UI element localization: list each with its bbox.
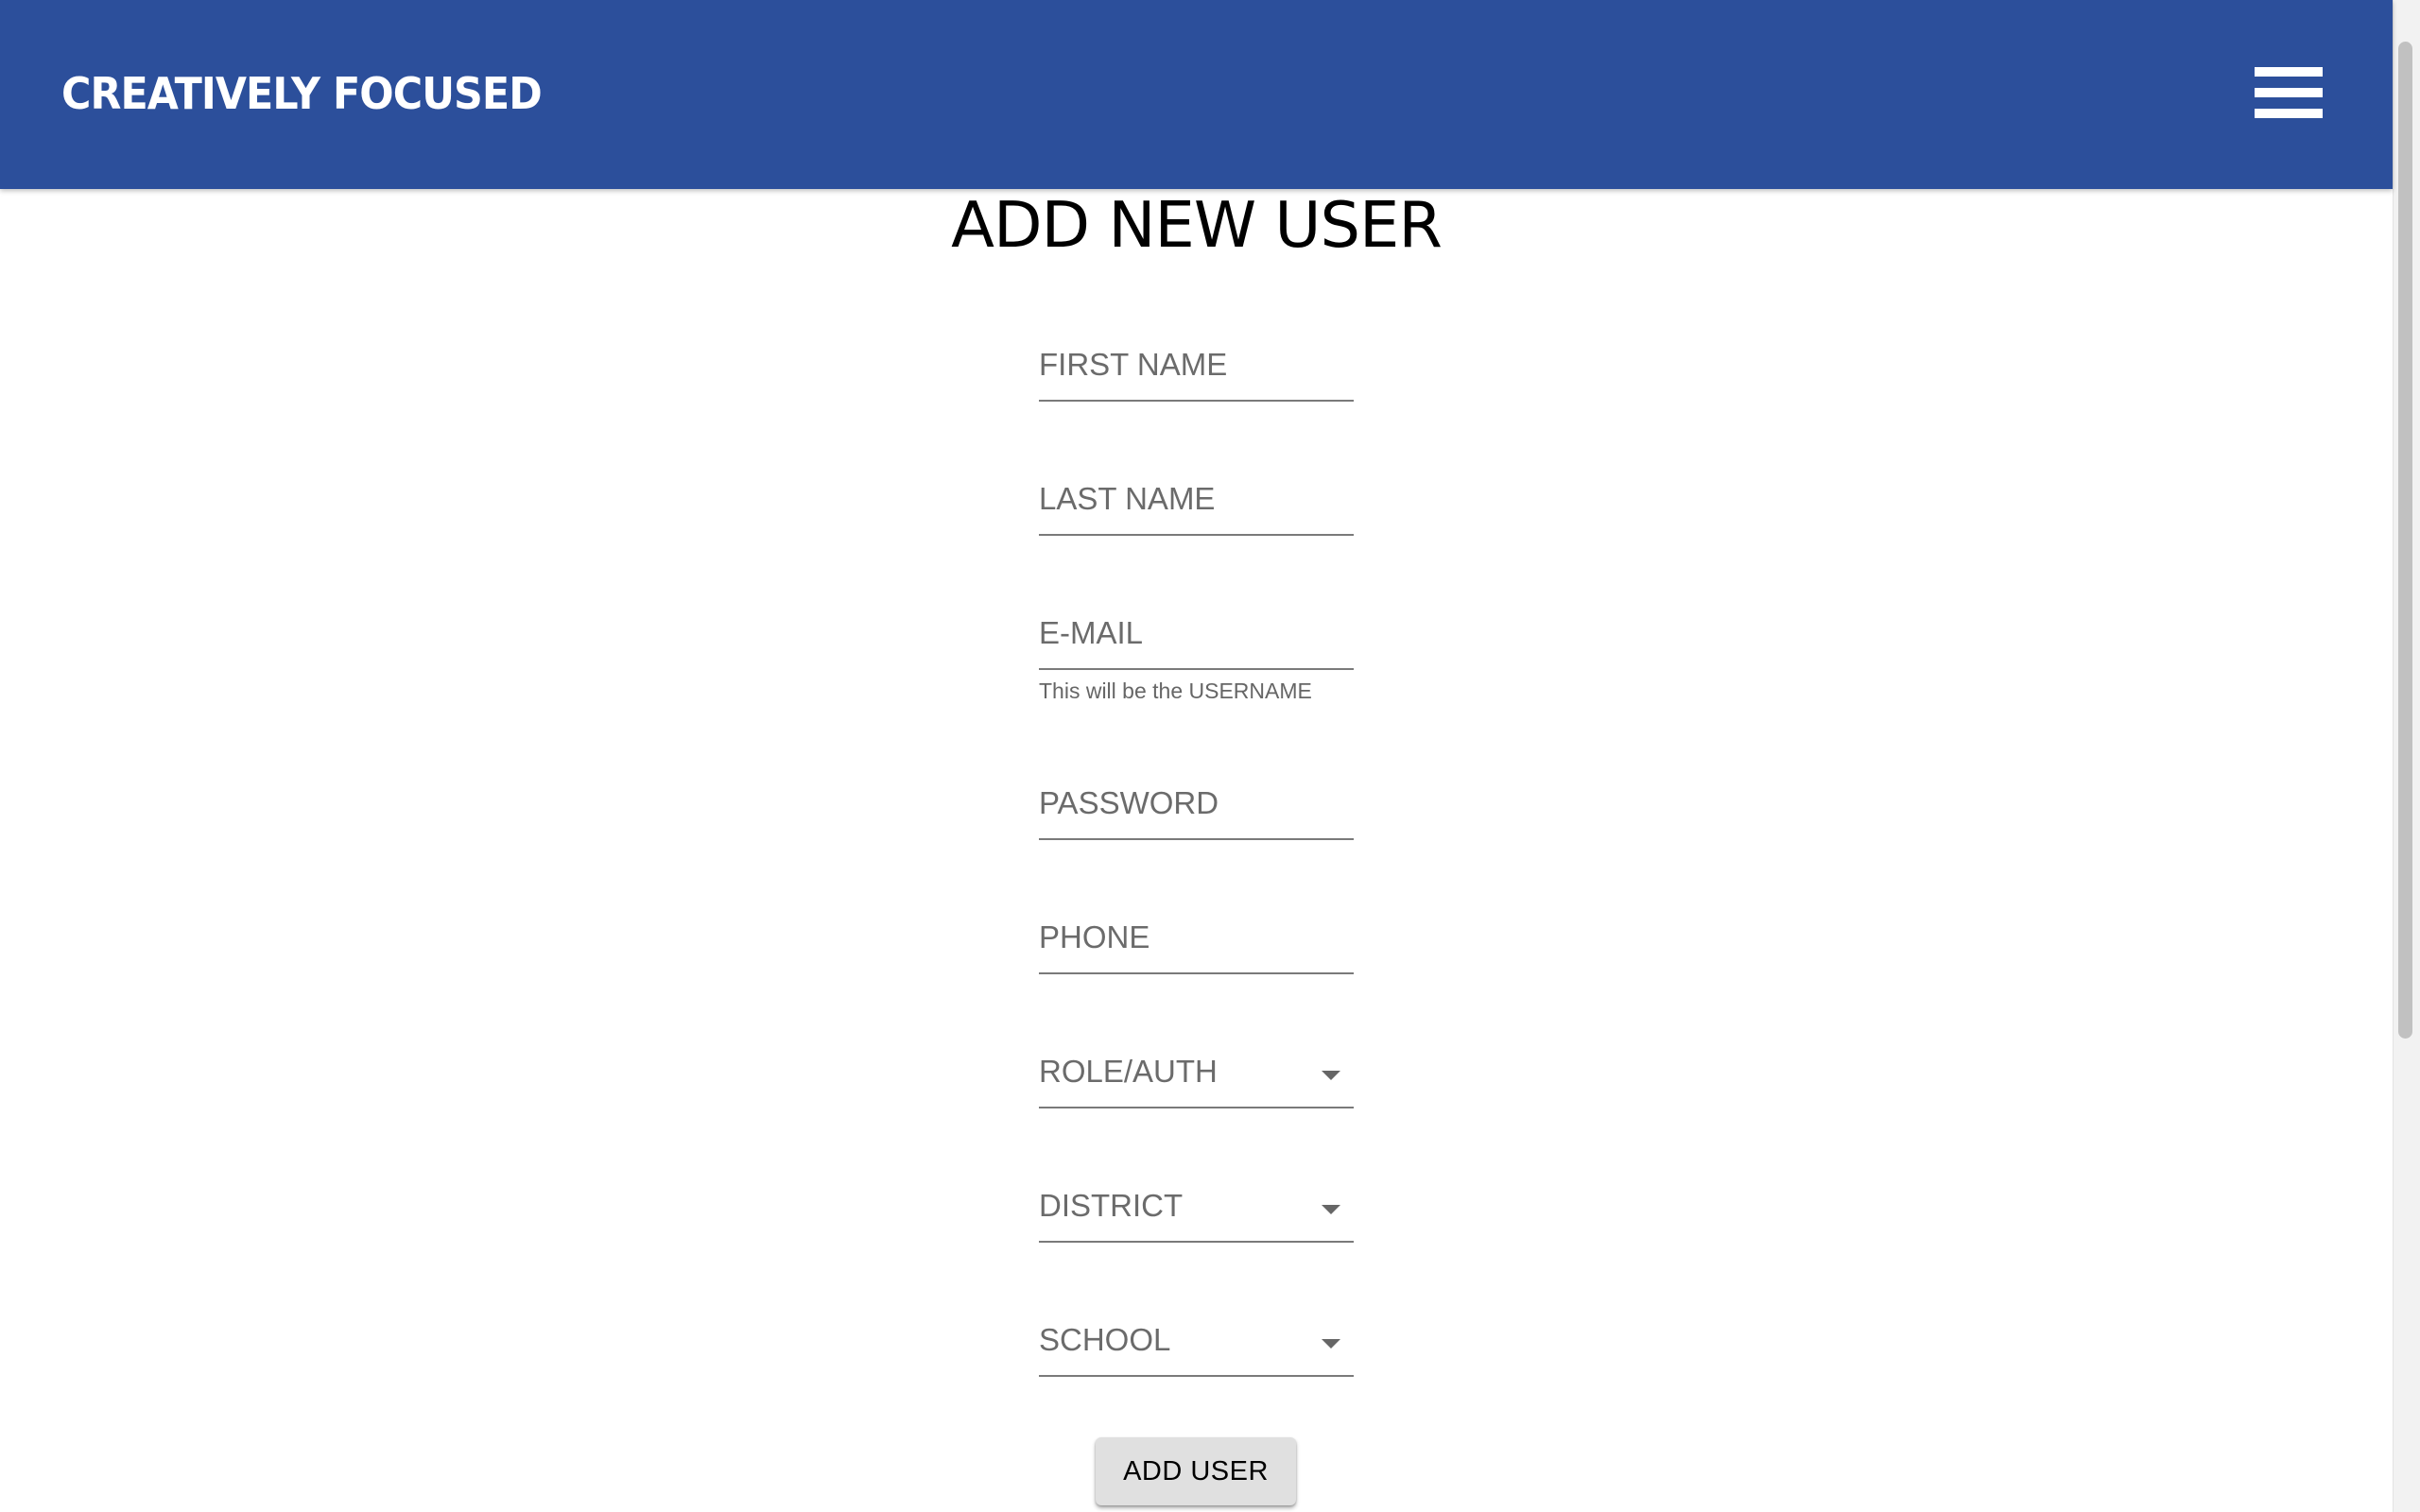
viewport: CREATIVELY FOCUSED ADD NEW USER This wil…: [0, 0, 2420, 1512]
last-name-input[interactable]: [1039, 466, 1354, 532]
menu-bar-bottom: [2255, 109, 2323, 118]
page-title: ADD NEW USER: [951, 188, 1443, 262]
password-field: [1039, 770, 1354, 840]
hamburger-menu-icon[interactable]: [2245, 61, 2330, 128]
district-select[interactable]: DISTRICT: [1039, 1173, 1354, 1243]
school-select-label: SCHOOL: [1039, 1322, 1171, 1357]
chevron-down-icon: [1322, 1205, 1340, 1214]
brand-logo-text[interactable]: CREATIVELY FOCUSED: [61, 66, 543, 121]
email-input[interactable]: [1039, 600, 1354, 666]
password-input[interactable]: [1039, 770, 1354, 836]
chevron-down-icon: [1322, 1071, 1340, 1080]
first-name-input[interactable]: [1039, 332, 1354, 398]
email-helper-text: This will be the USERNAME: [1039, 679, 1312, 703]
phone-field: [1039, 904, 1354, 974]
role-select-label: ROLE/AUTH: [1039, 1054, 1218, 1089]
last-name-field: [1039, 466, 1354, 536]
add-user-button[interactable]: ADD USER: [1096, 1437, 1296, 1505]
app-bar: CREATIVELY FOCUSED: [0, 0, 2393, 189]
email-field: [1039, 600, 1354, 670]
first-name-field: [1039, 332, 1354, 402]
phone-input[interactable]: [1039, 904, 1354, 971]
menu-bar-middle: [2255, 88, 2323, 97]
school-select[interactable]: SCHOOL: [1039, 1307, 1354, 1377]
role-select[interactable]: ROLE/AUTH: [1039, 1039, 1354, 1108]
menu-bar-top: [2255, 67, 2323, 77]
district-select-label: DISTRICT: [1039, 1188, 1184, 1223]
scrollbar-thumb[interactable]: [2398, 42, 2412, 1039]
chevron-down-icon: [1322, 1339, 1340, 1349]
